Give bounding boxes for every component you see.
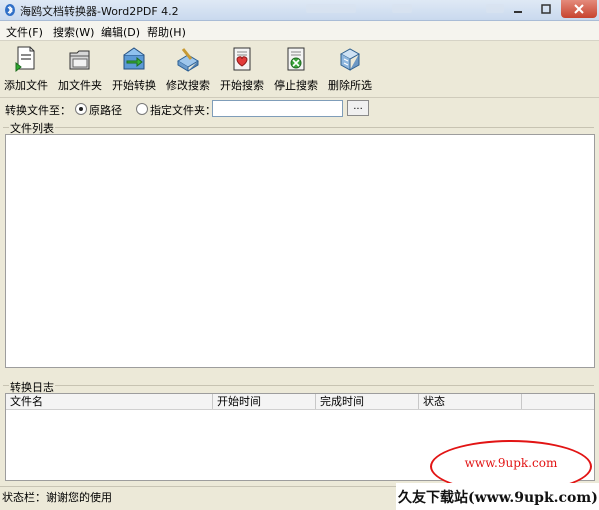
convert-to-row: 转换文件至： 原路径 指定文件夹： ... [0,98,599,120]
convert-to-label: 转换文件至： [5,104,71,117]
stop-search-icon [287,47,305,71]
add-folder-icon [69,50,90,70]
minimize-button[interactable] [505,0,531,18]
title-ghost-3 [486,4,504,13]
watermark-banner-text: 久友下载站(www.9upk.com) [398,490,598,506]
modify-search-button[interactable]: 修改搜索 [162,43,214,95]
watermark-url: www.9upk.com [464,456,558,470]
window-title: 海鸥文档转换器-Word2PDF 4.2 [20,5,179,18]
modify-search-icon [177,48,199,72]
menu-edit[interactable]: 编辑(D) [101,24,140,40]
stop-search-button[interactable]: 停止搜索 [270,43,322,95]
maximize-icon [541,4,551,14]
log-header: 文件名 开始时间 完成时间 状态 [6,394,594,410]
start-convert-button[interactable]: 开始转换 [108,43,160,95]
title-ghost-1 [306,4,356,13]
status-text: 状态栏：谢谢您的使用 [2,491,112,504]
file-list-group-line [3,127,594,128]
close-icon [574,4,584,14]
app-window: 海鸥文档转换器-Word2PDF 4.2 文件(F) 搜索(W) 编辑(D) 帮… [0,0,599,510]
delete-selected-label: 删除所选 [328,79,372,92]
col-start-time[interactable]: 开始时间 [213,394,316,409]
menu-bar: 文件(F) 搜索(W) 编辑(D) 帮助(H) [0,21,599,41]
stop-search-label: 停止搜索 [274,79,318,92]
start-search-label: 开始搜索 [220,79,264,92]
start-search-icon [233,47,251,71]
modify-search-label: 修改搜索 [166,79,210,92]
menu-search[interactable]: 搜索(W) [53,24,94,40]
menu-help[interactable]: 帮助(H) [147,24,186,40]
watermark-banner: 久友下载站(www.9upk.com) [396,483,599,510]
col-finish-time[interactable]: 完成时间 [316,394,419,409]
add-file-icon [15,46,35,73]
add-folder-button[interactable]: 加文件夹 [54,43,106,95]
start-convert-icon [123,47,145,70]
custom-folder-radio[interactable] [136,103,148,115]
start-convert-label: 开始转换 [112,79,156,92]
output-folder-input[interactable] [212,100,343,117]
original-path-radio[interactable] [75,103,87,115]
delete-selected-button[interactable]: 删除所选 [324,43,376,95]
title-ghost-2 [392,4,412,13]
maximize-button[interactable] [533,0,559,18]
add-file-label: 添加文件 [4,79,48,92]
add-file-button[interactable]: 添加文件 [0,43,52,95]
original-path-label[interactable]: 原路径 [89,102,122,118]
delete-selected-icon [339,48,361,71]
close-button[interactable] [561,0,597,18]
browse-button[interactable]: ... [347,100,369,116]
menu-file[interactable]: 文件(F) [6,24,43,40]
start-search-button[interactable]: 开始搜索 [216,43,268,95]
add-folder-label: 加文件夹 [58,79,102,92]
col-status[interactable]: 状态 [419,394,522,409]
log-group-line [3,385,594,386]
file-list[interactable] [5,134,595,368]
custom-folder-label[interactable]: 指定文件夹： [150,102,216,118]
minimize-icon [514,11,522,13]
col-filename[interactable]: 文件名 [6,394,213,409]
title-bar[interactable]: 海鸥文档转换器-Word2PDF 4.2 [0,0,599,21]
app-icon [5,4,15,16]
toolbar: 添加文件 加文件夹 开始转换 修改搜索 开始搜索 停止搜索 删除所选 [0,41,599,98]
